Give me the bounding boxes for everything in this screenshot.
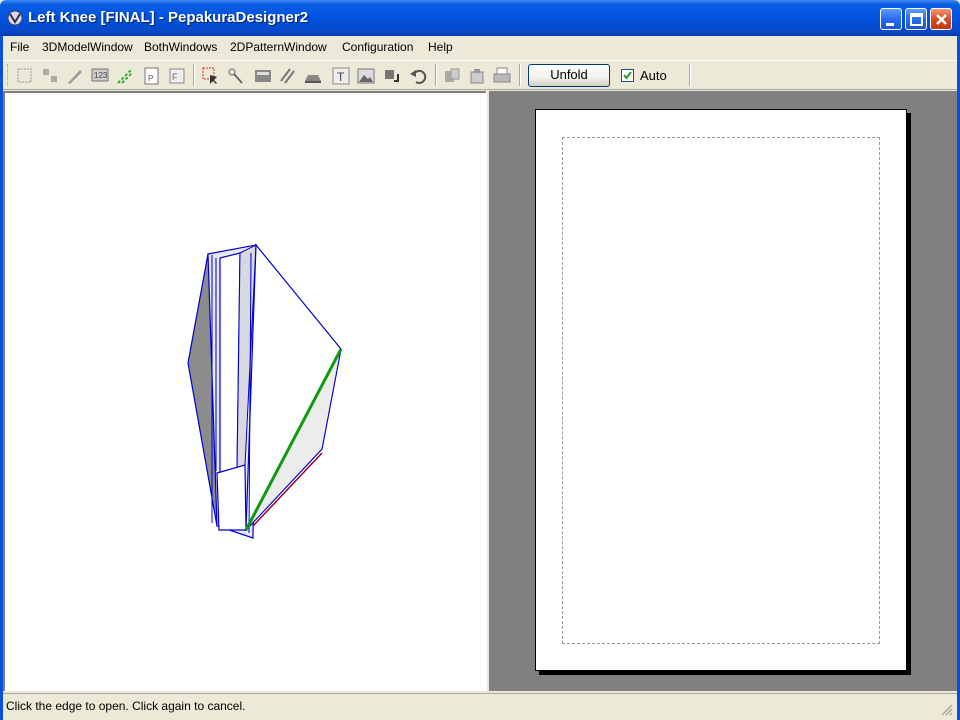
page-icon[interactable]: P	[142, 66, 162, 86]
unfold-button[interactable]: Unfold	[528, 64, 610, 87]
edit-icon[interactable]	[65, 66, 85, 86]
rotate-icon[interactable]	[382, 66, 402, 86]
resize-grip-icon[interactable]	[939, 702, 953, 716]
menu-bar: File 3DModelWindow BothWindows 2DPattern…	[3, 36, 957, 58]
status-text: Click the edge to open. Click again to c…	[6, 699, 246, 713]
minimize-button[interactable]	[880, 8, 902, 30]
toolbar-separator	[193, 64, 195, 86]
cut-icon[interactable]	[442, 66, 462, 86]
number-icon[interactable]: 123	[90, 66, 110, 86]
menu-configuration[interactable]: Configuration	[342, 40, 413, 54]
auto-checkbox[interactable]	[621, 69, 634, 82]
2d-pattern-window[interactable]	[490, 91, 957, 691]
select-tool-icon[interactable]	[201, 66, 221, 86]
toolbar: 123 P F T Unfold Auto	[3, 60, 957, 90]
status-bar: Click the edge to open. Click again to c…	[3, 693, 957, 720]
fold-lines-icon[interactable]	[115, 66, 135, 86]
print-area	[562, 137, 880, 644]
auto-label: Auto	[640, 68, 667, 83]
menu-2dpatternwindow[interactable]: 2DPatternWindow	[230, 40, 327, 54]
paper-sheet	[535, 109, 907, 671]
menu-file[interactable]: File	[10, 40, 29, 54]
menu-help[interactable]: Help	[428, 40, 453, 54]
fold-line-style-icon[interactable]	[278, 66, 298, 86]
minimize-icon	[886, 23, 894, 26]
svg-text:F: F	[172, 72, 178, 82]
arrange-parts-icon[interactable]	[40, 66, 60, 86]
window-title: Left Knee [FINAL] - PepakuraDesigner2	[28, 9, 309, 26]
menu-bothwindows[interactable]: BothWindows	[144, 40, 217, 54]
svg-text:P: P	[148, 74, 153, 83]
text-icon[interactable]: T	[331, 66, 351, 86]
print-icon[interactable]	[492, 66, 512, 86]
3d-model-window[interactable]	[3, 91, 486, 691]
maximize-button[interactable]	[905, 8, 927, 30]
toolbar-separator	[435, 64, 437, 86]
title-bar[interactable]: Left Knee [FINAL] - PepakuraDesigner2	[0, 0, 960, 36]
toolbar-grip[interactable]	[7, 64, 10, 86]
svg-text:T: T	[337, 70, 345, 84]
close-button[interactable]	[930, 8, 952, 30]
copy-icon[interactable]	[467, 66, 487, 86]
pepakura-icon	[7, 10, 23, 26]
flaps-icon[interactable]	[303, 66, 323, 86]
svg-text:123: 123	[94, 71, 108, 80]
close-icon	[936, 14, 947, 25]
image-icon[interactable]	[356, 66, 376, 86]
toolbar-separator	[519, 64, 521, 86]
join-edge-icon[interactable]	[226, 66, 246, 86]
maximize-icon	[910, 13, 923, 26]
select-faces-icon[interactable]	[15, 66, 35, 86]
3d-model-canvas[interactable]	[5, 93, 486, 691]
face-settings-icon[interactable]: F	[167, 66, 187, 86]
toolbar-separator	[689, 64, 691, 86]
menu-3dmodelwindow[interactable]: 3DModelWindow	[42, 40, 133, 54]
texture-icon[interactable]	[253, 66, 273, 86]
checkmark-icon	[623, 71, 632, 80]
undo-icon[interactable]	[408, 66, 428, 86]
